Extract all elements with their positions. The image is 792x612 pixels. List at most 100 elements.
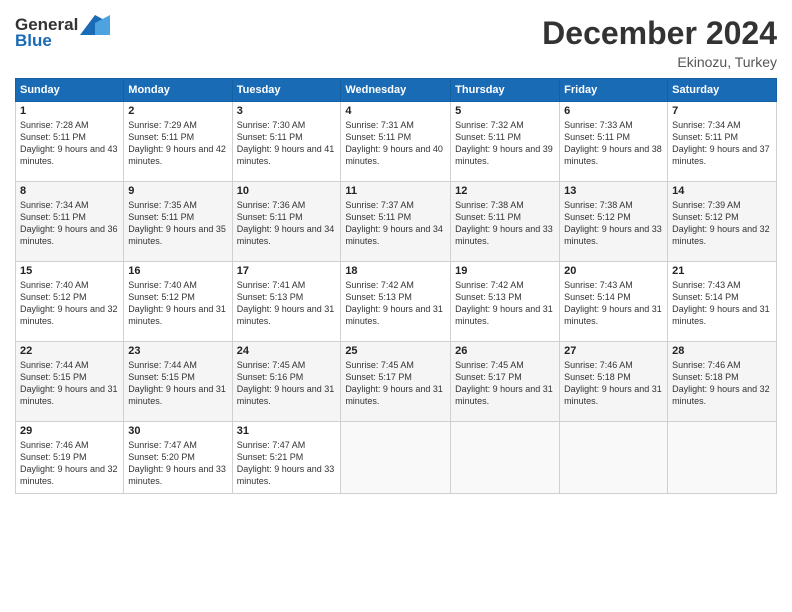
day-info: Sunrise: 7:46 AMSunset: 5:18 PMDaylight:… <box>672 360 770 406</box>
day-number: 7 <box>672 105 772 117</box>
table-row <box>341 422 451 494</box>
day-number: 3 <box>237 105 337 117</box>
table-row: 25 Sunrise: 7:45 AMSunset: 5:17 PMDaylig… <box>341 342 451 422</box>
table-row: 7 Sunrise: 7:34 AMSunset: 5:11 PMDayligh… <box>668 102 777 182</box>
table-row: 16 Sunrise: 7:40 AMSunset: 5:12 PMDaylig… <box>124 262 232 342</box>
table-row <box>668 422 777 494</box>
location: Ekinozu, Turkey <box>542 54 777 70</box>
weekday-tuesday: Tuesday <box>232 79 341 102</box>
logo-blue-text: Blue <box>15 31 52 51</box>
month-title: December 2024 <box>542 15 777 52</box>
table-row: 8 Sunrise: 7:34 AMSunset: 5:11 PMDayligh… <box>16 182 124 262</box>
day-info: Sunrise: 7:46 AMSunset: 5:19 PMDaylight:… <box>20 440 118 486</box>
day-info: Sunrise: 7:36 AMSunset: 5:11 PMDaylight:… <box>237 200 335 246</box>
table-row: 24 Sunrise: 7:45 AMSunset: 5:16 PMDaylig… <box>232 342 341 422</box>
table-row: 31 Sunrise: 7:47 AMSunset: 5:21 PMDaylig… <box>232 422 341 494</box>
calendar-week-5: 29 Sunrise: 7:46 AMSunset: 5:19 PMDaylig… <box>16 422 777 494</box>
table-row: 18 Sunrise: 7:42 AMSunset: 5:13 PMDaylig… <box>341 262 451 342</box>
day-info: Sunrise: 7:38 AMSunset: 5:12 PMDaylight:… <box>564 200 662 246</box>
table-row: 23 Sunrise: 7:44 AMSunset: 5:15 PMDaylig… <box>124 342 232 422</box>
calendar-week-1: 1 Sunrise: 7:28 AMSunset: 5:11 PMDayligh… <box>16 102 777 182</box>
day-info: Sunrise: 7:40 AMSunset: 5:12 PMDaylight:… <box>128 280 226 326</box>
calendar-table: Sunday Monday Tuesday Wednesday Thursday… <box>15 78 777 494</box>
day-number: 28 <box>672 345 772 357</box>
table-row: 4 Sunrise: 7:31 AMSunset: 5:11 PMDayligh… <box>341 102 451 182</box>
day-number: 31 <box>237 425 337 437</box>
day-number: 16 <box>128 265 227 277</box>
day-info: Sunrise: 7:34 AMSunset: 5:11 PMDaylight:… <box>20 200 118 246</box>
table-row: 29 Sunrise: 7:46 AMSunset: 5:19 PMDaylig… <box>16 422 124 494</box>
table-row: 5 Sunrise: 7:32 AMSunset: 5:11 PMDayligh… <box>451 102 560 182</box>
day-info: Sunrise: 7:45 AMSunset: 5:17 PMDaylight:… <box>345 360 443 406</box>
day-info: Sunrise: 7:40 AMSunset: 5:12 PMDaylight:… <box>20 280 118 326</box>
table-row: 15 Sunrise: 7:40 AMSunset: 5:12 PMDaylig… <box>16 262 124 342</box>
day-number: 22 <box>20 345 119 357</box>
day-info: Sunrise: 7:28 AMSunset: 5:11 PMDaylight:… <box>20 120 118 166</box>
day-number: 12 <box>455 185 555 197</box>
day-info: Sunrise: 7:45 AMSunset: 5:16 PMDaylight:… <box>237 360 335 406</box>
day-number: 10 <box>237 185 337 197</box>
table-row: 6 Sunrise: 7:33 AMSunset: 5:11 PMDayligh… <box>560 102 668 182</box>
table-row: 28 Sunrise: 7:46 AMSunset: 5:18 PMDaylig… <box>668 342 777 422</box>
day-info: Sunrise: 7:37 AMSunset: 5:11 PMDaylight:… <box>345 200 443 246</box>
table-row: 30 Sunrise: 7:47 AMSunset: 5:20 PMDaylig… <box>124 422 232 494</box>
weekday-saturday: Saturday <box>668 79 777 102</box>
table-row: 22 Sunrise: 7:44 AMSunset: 5:15 PMDaylig… <box>16 342 124 422</box>
weekday-wednesday: Wednesday <box>341 79 451 102</box>
logo: General Blue <box>15 15 110 51</box>
day-number: 8 <box>20 185 119 197</box>
day-info: Sunrise: 7:45 AMSunset: 5:17 PMDaylight:… <box>455 360 553 406</box>
day-number: 29 <box>20 425 119 437</box>
day-info: Sunrise: 7:42 AMSunset: 5:13 PMDaylight:… <box>345 280 443 326</box>
day-info: Sunrise: 7:35 AMSunset: 5:11 PMDaylight:… <box>128 200 226 246</box>
weekday-monday: Monday <box>124 79 232 102</box>
day-number: 26 <box>455 345 555 357</box>
day-number: 30 <box>128 425 227 437</box>
table-row: 2 Sunrise: 7:29 AMSunset: 5:11 PMDayligh… <box>124 102 232 182</box>
day-number: 15 <box>20 265 119 277</box>
day-info: Sunrise: 7:39 AMSunset: 5:12 PMDaylight:… <box>672 200 770 246</box>
day-number: 23 <box>128 345 227 357</box>
table-row: 19 Sunrise: 7:42 AMSunset: 5:13 PMDaylig… <box>451 262 560 342</box>
day-info: Sunrise: 7:47 AMSunset: 5:20 PMDaylight:… <box>128 440 226 486</box>
logo-icon <box>80 15 110 35</box>
table-row <box>451 422 560 494</box>
weekday-thursday: Thursday <box>451 79 560 102</box>
day-number: 19 <box>455 265 555 277</box>
table-row: 1 Sunrise: 7:28 AMSunset: 5:11 PMDayligh… <box>16 102 124 182</box>
calendar-header: Sunday Monday Tuesday Wednesday Thursday… <box>16 79 777 102</box>
table-row: 3 Sunrise: 7:30 AMSunset: 5:11 PMDayligh… <box>232 102 341 182</box>
day-info: Sunrise: 7:44 AMSunset: 5:15 PMDaylight:… <box>20 360 118 406</box>
day-info: Sunrise: 7:44 AMSunset: 5:15 PMDaylight:… <box>128 360 226 406</box>
day-info: Sunrise: 7:47 AMSunset: 5:21 PMDaylight:… <box>237 440 335 486</box>
calendar-week-2: 8 Sunrise: 7:34 AMSunset: 5:11 PMDayligh… <box>16 182 777 262</box>
day-number: 5 <box>455 105 555 117</box>
day-number: 13 <box>564 185 663 197</box>
weekday-friday: Friday <box>560 79 668 102</box>
page: General Blue December 2024 Ekinozu, Turk… <box>0 0 792 612</box>
day-number: 2 <box>128 105 227 117</box>
table-row: 12 Sunrise: 7:38 AMSunset: 5:11 PMDaylig… <box>451 182 560 262</box>
weekday-header-row: Sunday Monday Tuesday Wednesday Thursday… <box>16 79 777 102</box>
day-number: 9 <box>128 185 227 197</box>
table-row: 26 Sunrise: 7:45 AMSunset: 5:17 PMDaylig… <box>451 342 560 422</box>
table-row: 9 Sunrise: 7:35 AMSunset: 5:11 PMDayligh… <box>124 182 232 262</box>
day-number: 25 <box>345 345 446 357</box>
day-number: 20 <box>564 265 663 277</box>
day-number: 4 <box>345 105 446 117</box>
day-info: Sunrise: 7:29 AMSunset: 5:11 PMDaylight:… <box>128 120 226 166</box>
day-info: Sunrise: 7:33 AMSunset: 5:11 PMDaylight:… <box>564 120 662 166</box>
day-info: Sunrise: 7:32 AMSunset: 5:11 PMDaylight:… <box>455 120 553 166</box>
day-number: 27 <box>564 345 663 357</box>
day-number: 21 <box>672 265 772 277</box>
calendar-week-4: 22 Sunrise: 7:44 AMSunset: 5:15 PMDaylig… <box>16 342 777 422</box>
day-info: Sunrise: 7:34 AMSunset: 5:11 PMDaylight:… <box>672 120 770 166</box>
table-row: 14 Sunrise: 7:39 AMSunset: 5:12 PMDaylig… <box>668 182 777 262</box>
day-number: 1 <box>20 105 119 117</box>
calendar-week-3: 15 Sunrise: 7:40 AMSunset: 5:12 PMDaylig… <box>16 262 777 342</box>
day-number: 24 <box>237 345 337 357</box>
table-row: 10 Sunrise: 7:36 AMSunset: 5:11 PMDaylig… <box>232 182 341 262</box>
day-info: Sunrise: 7:46 AMSunset: 5:18 PMDaylight:… <box>564 360 662 406</box>
table-row: 13 Sunrise: 7:38 AMSunset: 5:12 PMDaylig… <box>560 182 668 262</box>
day-number: 18 <box>345 265 446 277</box>
